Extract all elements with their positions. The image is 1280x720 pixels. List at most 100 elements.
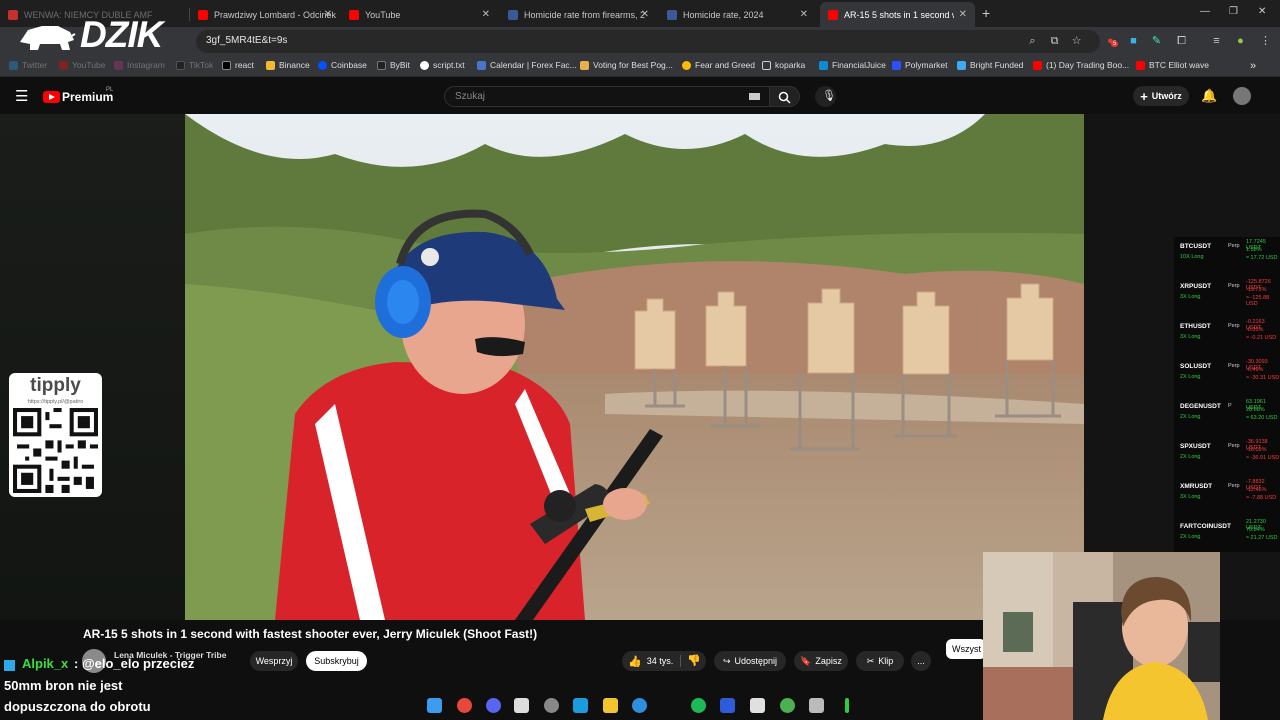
more-actions-button[interactable]: ... bbox=[911, 651, 931, 671]
bookmark-item[interactable]: TikTok bbox=[176, 60, 213, 70]
bookmark-item[interactable]: Bright Funded bbox=[957, 60, 1023, 70]
browser-tab[interactable]: Homicide rate, 2024 ✕ bbox=[659, 2, 816, 27]
bookmark-item[interactable]: (1) Day Trading Boo... bbox=[1033, 60, 1129, 70]
browser-tab-active[interactable]: AR-15 5 shots in 1 second with ✕ bbox=[820, 2, 975, 27]
twitter-icon bbox=[9, 60, 18, 70]
chat-message-line: dopuszczona do obrotu bbox=[4, 699, 151, 714]
menu-kebab-icon[interactable]: ⋮ bbox=[1259, 35, 1272, 48]
minimize-icon[interactable]: — bbox=[1200, 6, 1210, 17]
close-tab-icon[interactable]: ✕ bbox=[959, 9, 967, 20]
dislike-icon[interactable]: 👎 bbox=[687, 654, 701, 667]
like-count[interactable]: 34 tys. bbox=[647, 656, 674, 666]
browser-tab[interactable]: YouTube ✕ bbox=[341, 2, 498, 27]
save-button[interactable]: 🔖 Zapisz bbox=[794, 651, 848, 671]
more-bookmarks-icon[interactable]: » bbox=[1250, 60, 1256, 72]
bookmark-label: script.txt bbox=[433, 60, 465, 70]
support-button[interactable]: Wesprzyj bbox=[250, 651, 298, 671]
tiktok-icon bbox=[176, 60, 185, 70]
url-text[interactable]: 3gf_5MR4tE&t=9s bbox=[206, 35, 287, 46]
bookmark-item[interactable]: Voting for Best Pog... bbox=[580, 60, 673, 70]
keyboard-icon[interactable] bbox=[749, 93, 760, 100]
bookmark-item[interactable]: script.txt bbox=[420, 60, 465, 70]
position-leverage: 3X Long bbox=[1180, 494, 1201, 500]
app-taskbar-icon[interactable] bbox=[514, 698, 529, 713]
browser-tab[interactable]: Homicide rate from firearms, 2 ✕ bbox=[500, 2, 657, 27]
close-window-icon[interactable]: ✕ bbox=[1258, 6, 1266, 17]
bookmark-item[interactable]: koparka bbox=[762, 60, 805, 70]
bybit-icon bbox=[377, 60, 386, 70]
position-symbol: XRPUSDT bbox=[1180, 283, 1212, 290]
bookmark-star-icon[interactable]: ☆ bbox=[1070, 35, 1083, 48]
bookmark-label: YouTube bbox=[72, 60, 106, 70]
discord-taskbar-icon[interactable] bbox=[486, 698, 501, 713]
youtube-logo-icon[interactable] bbox=[43, 91, 60, 103]
clip-button[interactable]: ✂ Klip bbox=[856, 651, 904, 671]
position-value: ≈ -125.88 USD bbox=[1246, 295, 1270, 307]
new-tab-button[interactable]: + bbox=[982, 5, 990, 21]
account-avatar[interactable] bbox=[1233, 87, 1251, 105]
qr-code-icon bbox=[13, 408, 98, 493]
restore-icon[interactable]: ❐ bbox=[1229, 6, 1238, 17]
file-explorer-taskbar-icon[interactable] bbox=[603, 698, 618, 713]
extension-icon[interactable]: ■ bbox=[1127, 35, 1140, 48]
save-playlist-icon: 🔖 bbox=[800, 655, 812, 666]
search-input[interactable]: Szukaj bbox=[444, 86, 770, 107]
install-icon[interactable]: ⧉ bbox=[1048, 35, 1061, 48]
position-value: ≈ 63.20 USD bbox=[1246, 415, 1278, 421]
position-value: -0.03% bbox=[1246, 327, 1264, 333]
bookmark-item[interactable]: Twitter bbox=[9, 60, 47, 70]
windows-start-icon[interactable] bbox=[427, 698, 442, 713]
bookmark-item[interactable]: Coinbase bbox=[318, 60, 367, 70]
spotify-taskbar-icon[interactable] bbox=[691, 698, 706, 713]
app-taskbar-icon[interactable] bbox=[809, 698, 824, 713]
telegram-taskbar-icon[interactable] bbox=[573, 698, 588, 713]
bookmark-item[interactable]: YouTube bbox=[59, 60, 105, 70]
app-taskbar-icon[interactable] bbox=[632, 698, 647, 713]
bookmark-item[interactable]: ByBit bbox=[377, 60, 410, 70]
close-tab-icon[interactable]: ✕ bbox=[800, 9, 808, 20]
bookmark-item[interactable]: Calendar | Forex Fac... bbox=[477, 60, 577, 70]
notifications-bell-icon[interactable]: 🔔 bbox=[1201, 88, 1217, 104]
bookmark-label: TikTok bbox=[189, 60, 214, 70]
search-button[interactable] bbox=[770, 86, 800, 107]
profile-avatar-icon[interactable]: ● bbox=[1234, 35, 1247, 48]
extension-badge: 5 bbox=[1111, 41, 1119, 47]
subscribe-button[interactable]: Subskrybuj bbox=[306, 651, 367, 671]
bookmark-item[interactable]: Binance bbox=[266, 60, 310, 70]
bookmark-item[interactable]: FinancialJuice bbox=[819, 60, 886, 70]
bookmark-item[interactable]: react bbox=[222, 60, 254, 70]
app-taskbar-icon[interactable] bbox=[720, 698, 735, 713]
voice-search-button[interactable]: 🎙 bbox=[815, 86, 836, 107]
bookmark-item[interactable]: Fear and Greed bbox=[682, 60, 755, 70]
close-tab-icon[interactable]: ✕ bbox=[324, 9, 332, 20]
hamburger-menu-icon[interactable]: ☰ bbox=[15, 87, 28, 105]
bookmark-item[interactable]: Instagram bbox=[114, 60, 165, 70]
like-icon[interactable]: 👍 bbox=[628, 655, 642, 668]
close-tab-icon[interactable]: ✕ bbox=[641, 9, 649, 20]
filter-chip[interactable]: Wszyst bbox=[946, 639, 986, 659]
bookmark-item[interactable]: Polymarket bbox=[892, 60, 948, 70]
calculator-taskbar-icon[interactable] bbox=[750, 698, 765, 713]
extensions-puzzle-icon[interactable]: ⧠ bbox=[1175, 35, 1188, 48]
omnibox[interactable]: 3gf_5MR4tE&t=9s ⌕ ⧉ ☆ bbox=[196, 30, 1100, 53]
create-button[interactable]: + Utwórz bbox=[1133, 86, 1189, 106]
share-button[interactable]: ↪ Udostępnij bbox=[714, 651, 786, 671]
chat-message: : @elo_elo przeciez bbox=[74, 656, 195, 671]
app-taskbar-icon[interactable] bbox=[780, 698, 795, 713]
chrome-taskbar-icon[interactable] bbox=[457, 698, 472, 713]
close-tab-icon[interactable]: ✕ bbox=[482, 9, 490, 20]
video-player[interactable] bbox=[185, 114, 1084, 620]
position-tag: Perp bbox=[1228, 363, 1240, 369]
voting-icon bbox=[580, 60, 589, 70]
bookmark-label: Coinbase bbox=[331, 60, 367, 70]
app-taskbar-icon[interactable] bbox=[845, 698, 849, 713]
bookmark-item[interactable]: BTC Elliot wave bbox=[1136, 60, 1209, 70]
bookmark-label: Binance bbox=[279, 60, 310, 70]
search-icon[interactable]: ⌕ bbox=[1026, 35, 1039, 48]
reading-list-icon[interactable]: ≡ bbox=[1210, 35, 1223, 48]
crypto-position-row: ETHUSDT Perp 3X Long -0.2163 USDT -0.03% ≈ -0… bbox=[1174, 317, 1280, 357]
browser-tab[interactable]: Prawdziwy Lombard - Odcinek ✕ bbox=[190, 2, 340, 27]
obs-taskbar-icon[interactable] bbox=[544, 698, 559, 713]
crypto-position-row: XRPUSDT Perp 3X Long -125.8726 USDT -19.73% ≈… bbox=[1174, 277, 1280, 317]
extension-icon[interactable]: ✎ bbox=[1150, 35, 1163, 48]
